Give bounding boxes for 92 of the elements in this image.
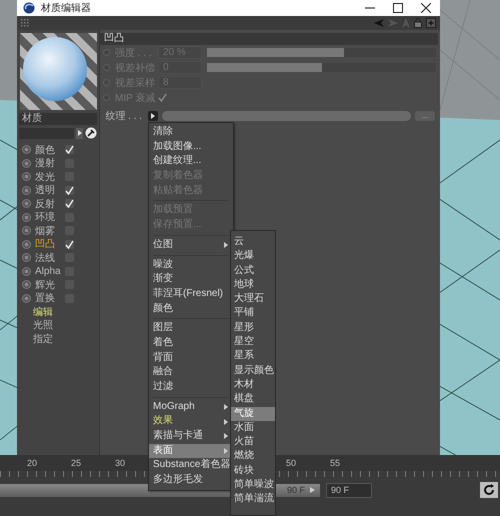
menu-item[interactable]: 多边形毛发 [149,473,233,488]
menu-item[interactable]: 素描与卡通 [149,429,233,444]
menu-item[interactable]: 颜色 [149,302,233,316]
play-arrow-icon [310,487,315,493]
menu-item[interactable]: 着色 [149,336,233,351]
grip-icon [21,19,29,27]
menu-item[interactable]: 位图 [149,238,233,252]
channel-item[interactable]: 法线 [35,250,61,265]
texture-menu-button[interactable] [148,111,158,121]
channel-item[interactable]: 环境 [35,210,61,224]
channel-item[interactable]: 置换 [35,291,61,306]
section-header: 凹凸 [100,33,438,45]
menu-item[interactable]: 噪波 [149,258,233,272]
menu-item[interactable]: 公式 [231,264,275,278]
submenu-arrow-icon [224,404,228,410]
frame-number: 20 [27,458,38,468]
menu-item[interactable]: 星空 [231,335,275,350]
menu-item[interactable]: MoGraph [149,400,233,414]
menu-item[interactable]: 大理石 [231,292,275,306]
maximize-icon [393,3,403,13]
channel-item[interactable]: Alpha [35,266,61,277]
back-arrow-icon[interactable] [374,19,384,27]
menu-item[interactable]: 过滤 [149,380,233,395]
animation-dot-icon[interactable] [103,49,110,56]
max-frame-field[interactable]: 90 F [326,482,372,498]
submenu-arrow-icon [224,433,228,440]
menu-item[interactable]: 平铺 [231,306,275,321]
page-item[interactable]: 光照 [33,318,53,332]
end-frame-value: 90 F [286,485,305,495]
channel-item[interactable]: 漫射 [35,156,61,170]
window-title: 材质编辑器 [41,2,92,15]
submenu-arrow-icon [224,448,228,454]
menu-item[interactable]: 火苗 [231,435,275,450]
material-name-field[interactable]: 材质 [19,113,97,125]
texture-field[interactable] [162,111,411,121]
caret-icon [151,113,155,119]
forward-arrow-icon[interactable] [388,19,398,27]
menu-item[interactable]: 地球 [231,278,275,292]
channel-item[interactable]: 透明 [35,183,61,198]
menu-item[interactable]: 表面 [149,444,233,458]
dropdown-button[interactable] [76,128,83,138]
eyedropper-icon[interactable] [85,127,97,139]
channel-item[interactable]: 颜色 [35,142,61,157]
animation-dot-icon[interactable] [103,64,110,71]
animation-dot-icon[interactable] [103,79,110,86]
menu-item[interactable]: 图层 [149,321,233,336]
menu-item[interactable]: 加载图像... [149,140,233,154]
menu-item[interactable]: 融合 [149,365,233,380]
menu-item[interactable]: 效果 [149,414,233,430]
lock-icon[interactable] [414,18,422,28]
menu-item[interactable]: 云 [231,235,275,250]
frame-number: 50 [286,458,298,468]
menu-item[interactable]: 水面 [231,420,275,436]
page-item[interactable]: 指定 [33,332,53,346]
menu-item[interactable]: 棋盘 [231,392,275,407]
menu-item[interactable]: 创建纹理... [149,154,233,170]
close-icon [421,3,431,13]
new-window-icon[interactable] [426,18,436,28]
menu-item[interactable]: 星系 [231,349,275,364]
up-arrow-icon[interactable] [402,18,410,28]
submenu-arrow-icon [224,418,228,425]
menu-item[interactable]: 砖块 [231,464,275,478]
menu-item[interactable]: 光爆 [231,249,275,264]
menu-item[interactable]: 菲涅耳(Fresnel) [149,286,233,302]
channel-item[interactable]: 反射 [35,196,61,211]
texture-label: 纹理 . . . [104,110,142,123]
frame-number: 55 [330,458,342,468]
channel-item[interactable]: 烟雾 [35,224,61,238]
app-icon [23,2,35,14]
menu-item[interactable]: 气旋 [231,406,275,421]
frame-number: 25 [71,458,82,468]
menu-item[interactable]: 简单噪波 [231,478,275,492]
menu-item[interactable]: 渐变 [149,272,233,287]
channel-item[interactable]: 发光 [35,170,61,184]
menu-item[interactable]: 木材 [231,378,275,392]
menu-item[interactable]: 简单湍流 [231,492,275,507]
channel-item[interactable]: 凹凸 [35,237,61,252]
slider-track[interactable] [207,48,436,57]
circular-arrow-icon [483,484,495,496]
menu-item[interactable]: 燃烧 [231,449,275,464]
animation-dot-icon[interactable] [103,94,110,101]
menu-item[interactable]: 显示颜色 [231,364,275,378]
menu-item[interactable]: 星形 [231,320,275,336]
slider-track[interactable] [207,63,436,72]
menu-item[interactable]: 背面 [149,350,233,366]
menu-item[interactable]: Substance着色器 [149,458,233,474]
channel-item[interactable]: 辉光 [35,278,61,292]
submenu-arrow-icon [224,242,228,248]
loop-button[interactable] [480,482,498,498]
caret-icon [78,130,82,136]
page-item[interactable]: 编辑 [33,304,53,319]
menu-item[interactable]: 清除 [149,125,233,140]
